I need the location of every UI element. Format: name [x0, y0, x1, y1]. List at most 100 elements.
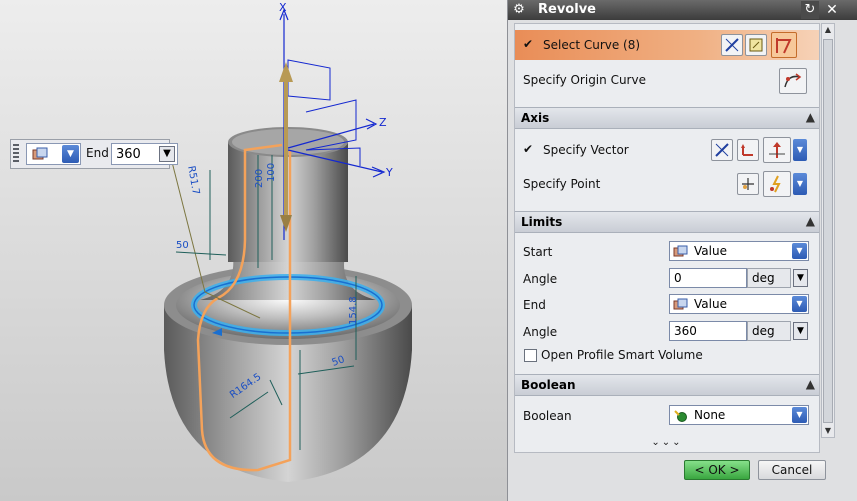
- dimension-154: 154.8: [348, 296, 359, 325]
- boolean-none-icon: [674, 410, 687, 422]
- end-angle-unit-text: deg: [752, 324, 775, 338]
- start-label: Start: [523, 245, 553, 259]
- down-arrow-icon[interactable]: ▼: [793, 269, 808, 287]
- end-angle-input[interactable]: 360: [669, 321, 747, 341]
- chevron-down-icon[interactable]: ▼: [792, 296, 807, 312]
- limit-type-dropdown[interactable]: ▼: [26, 143, 81, 165]
- value-type-icon: [673, 298, 688, 310]
- down-arrow-icon[interactable]: ▼: [159, 146, 175, 162]
- origin-curve-button[interactable]: [779, 68, 807, 94]
- curve-rule-icon: [725, 38, 739, 52]
- collapse-icon[interactable]: ▲: [806, 110, 815, 124]
- start-type-select[interactable]: Value ▼: [669, 241, 809, 261]
- select-curve-row[interactable]: ✔ Select Curve (8): [515, 30, 819, 60]
- scroll-down-icon[interactable]: ▼: [822, 425, 834, 437]
- dialog-titlebar[interactable]: ⚙ Revolve ↻ ✕: [508, 0, 857, 20]
- chevron-down-icon[interactable]: ▼: [62, 145, 79, 163]
- gear-icon[interactable]: ⚙: [511, 2, 527, 18]
- drag-handle[interactable]: [13, 144, 19, 164]
- dialog-scrollbar[interactable]: ▲ ▼: [821, 23, 835, 438]
- end-type-value: Value: [694, 297, 727, 311]
- start-angle-unit-text: deg: [752, 271, 775, 285]
- ok-button[interactable]: < OK >: [684, 460, 750, 480]
- curve-select-button[interactable]: [771, 32, 797, 58]
- specify-origin-curve-label: Specify Origin Curve: [523, 73, 646, 87]
- dimension-200: 200: [254, 168, 265, 188]
- vector-constructor-button[interactable]: [737, 139, 759, 161]
- reset-icon[interactable]: ↻: [801, 1, 819, 19]
- start-angle-label: Angle: [523, 272, 558, 286]
- sketch-icon: [749, 38, 763, 52]
- specify-origin-curve-row[interactable]: Specify Origin Curve: [515, 66, 819, 94]
- check-icon: ✔: [523, 142, 534, 156]
- start-angle-unit: deg: [747, 268, 791, 288]
- start-row: Start Value ▼: [515, 240, 819, 264]
- boolean-value: None: [694, 408, 726, 422]
- chevron-down-icon[interactable]: ▼: [792, 243, 807, 259]
- inferred-point-icon: [770, 175, 781, 193]
- inferred-point-button[interactable]: [763, 171, 791, 197]
- boolean-section-header[interactable]: Boolean ▲: [515, 374, 819, 396]
- start-angle-input[interactable]: 0: [669, 268, 747, 288]
- cancel-button[interactable]: Cancel: [758, 460, 826, 480]
- y-axis-label: Y: [386, 166, 393, 179]
- chevron-down-icon[interactable]: ▼: [792, 407, 807, 423]
- open-profile-checkbox[interactable]: [524, 349, 537, 362]
- graphics-viewport[interactable]: X Z Y R51.7 200 100 50 154.8 50 R164.5 ▼…: [0, 0, 507, 501]
- onscreen-end-value: 360: [116, 147, 141, 162]
- end-angle-value: 360: [674, 324, 697, 338]
- point-dialog-button[interactable]: [737, 173, 759, 195]
- boolean-select[interactable]: None ▼: [669, 405, 809, 425]
- boolean-label: Boolean: [523, 409, 572, 423]
- more-options-icon[interactable]: ⌄⌄⌄: [515, 437, 819, 449]
- specify-vector-label: Specify Vector: [543, 143, 629, 157]
- start-angle-value: 0: [674, 271, 682, 285]
- boolean-section-title: Boolean: [521, 378, 576, 392]
- scroll-thumb[interactable]: [823, 39, 833, 423]
- onscreen-end-value-field[interactable]: 360 ▼: [111, 143, 178, 165]
- axis-section-title: Axis: [521, 111, 550, 125]
- vector-icon: [741, 144, 753, 156]
- check-icon: ✔: [523, 37, 534, 51]
- end-row: End Value ▼: [515, 293, 819, 317]
- dialog-content: ✔ Select Curve (8) Specify Origin Curve …: [514, 23, 820, 453]
- scroll-up-icon[interactable]: ▲: [822, 24, 834, 36]
- revolve-model-scene: [164, 8, 412, 482]
- value-type-icon: [673, 245, 688, 257]
- inferred-vector-button[interactable]: [763, 137, 791, 163]
- collapse-icon[interactable]: ▲: [806, 377, 815, 391]
- limits-section-title: Limits: [521, 215, 563, 229]
- specify-point-row[interactable]: Specify Point ▼: [515, 170, 819, 198]
- specify-vector-row[interactable]: ✔ Specify Vector ▼: [515, 136, 819, 164]
- revolve-vector-head: [279, 62, 293, 82]
- onscreen-end-label: End: [86, 146, 109, 160]
- end-type-select[interactable]: Value ▼: [669, 294, 809, 314]
- chevron-down-icon[interactable]: ▼: [793, 139, 807, 161]
- end-label: End: [523, 298, 546, 312]
- reverse-direction-icon: [715, 143, 729, 157]
- collapse-icon[interactable]: ▲: [806, 214, 815, 228]
- chevron-down-icon[interactable]: ▼: [793, 173, 807, 195]
- point-icon: [742, 178, 754, 190]
- revolve-dialog: ⚙ Revolve ↻ ✕ ✔ Select Curve (8) Specify…: [507, 0, 857, 501]
- end-angle-label: Angle: [523, 325, 558, 339]
- close-icon[interactable]: ✕: [823, 1, 841, 19]
- origin-curve-icon: [784, 73, 802, 88]
- dimension-50-top: 50: [176, 240, 189, 251]
- sketch-section-button[interactable]: [745, 34, 767, 56]
- vector-reverse-button[interactable]: [711, 139, 733, 161]
- dialog-footer: < OK > Cancel: [514, 455, 834, 485]
- axis-section-header[interactable]: Axis ▲: [515, 107, 819, 129]
- select-curve-label: Select Curve (8): [543, 38, 641, 52]
- dimension-100: 100: [266, 162, 277, 182]
- specify-point-label: Specify Point: [523, 177, 601, 191]
- down-arrow-icon[interactable]: ▼: [793, 322, 808, 340]
- curve-rule-button[interactable]: [721, 34, 743, 56]
- curve-select-icon: [776, 38, 792, 54]
- onscreen-input-box: ▼ End 360 ▼: [10, 139, 178, 169]
- boolean-row: Boolean None ▼: [515, 404, 819, 428]
- z-axis-label: Z: [379, 116, 387, 129]
- limits-section-header[interactable]: Limits ▲: [515, 211, 819, 233]
- inferred-vector-icon: [769, 142, 785, 158]
- end-angle-row: Angle 360 deg ▼: [515, 320, 819, 344]
